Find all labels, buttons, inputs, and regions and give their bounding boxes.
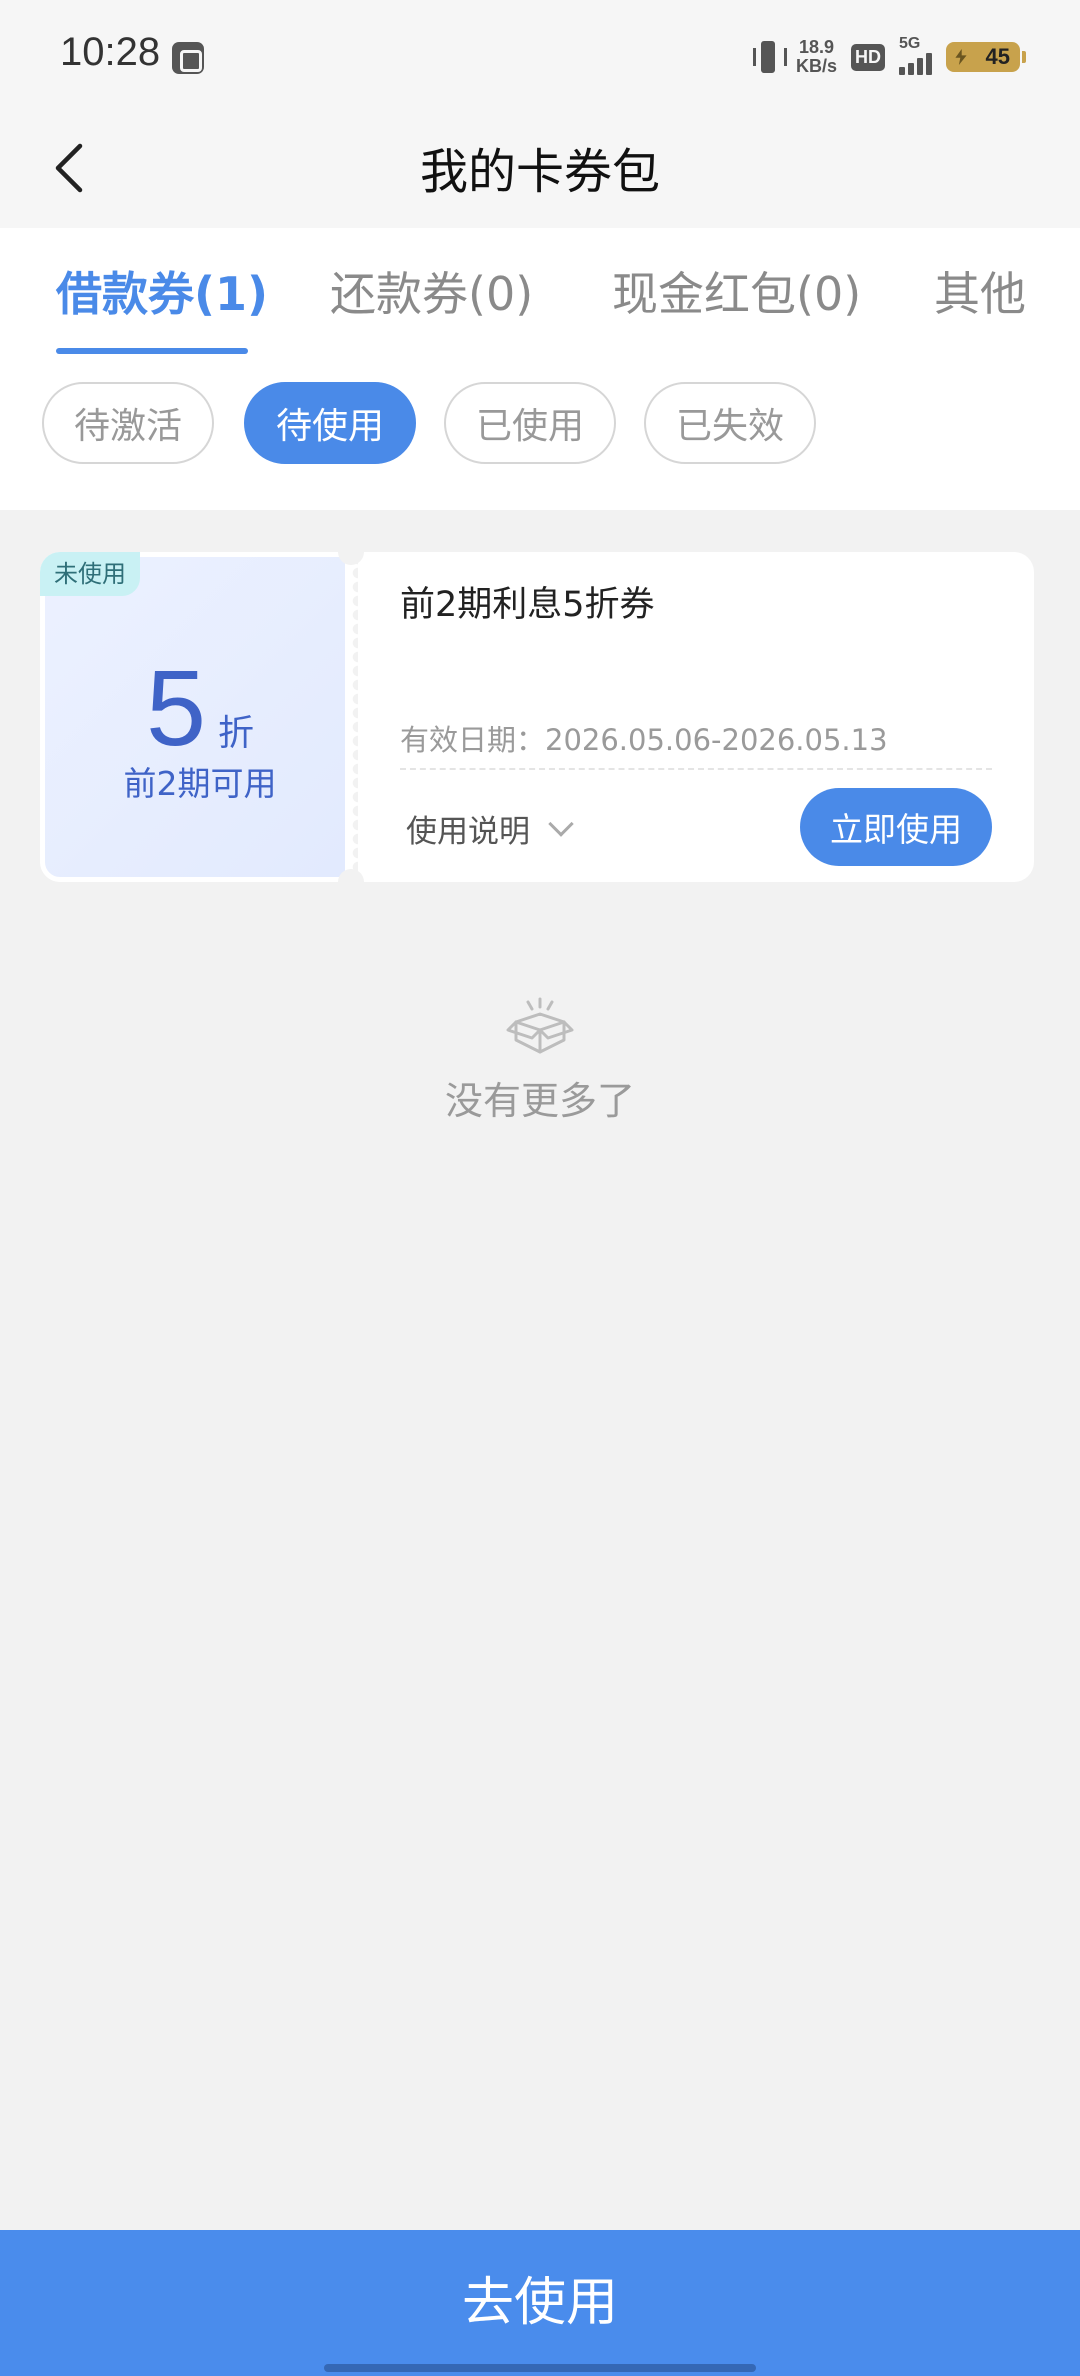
- network-speed: 18.9 KB/s: [796, 38, 837, 76]
- status-bar: 10:28 18.9 KB/s HD 5G 45: [0, 0, 1080, 110]
- signal-bar: [917, 58, 923, 75]
- go-use-button[interactable]: 去使用: [0, 2230, 1080, 2376]
- coupon-validity: 有效日期：2026.05.06-2026.05.13: [400, 723, 888, 757]
- tab-cash-red-packets[interactable]: 现金红包(0): [612, 258, 861, 324]
- perforation-divider: [348, 552, 358, 882]
- usage-instructions-toggle[interactable]: 使用说明: [406, 806, 574, 851]
- network-speed-unit: KB/s: [795, 56, 837, 76]
- active-tab-indicator: [56, 348, 248, 354]
- signal-icon: 5G: [899, 35, 932, 75]
- filter-pending-use[interactable]: 待使用: [244, 382, 416, 464]
- status-time: 10:28: [60, 30, 161, 74]
- coupon-discount-unit: 折: [218, 713, 255, 754]
- coupon-condition: 前2期可用: [123, 764, 277, 803]
- tabs-area: 借款券(1) 还款券(0) 现金红包(0) 其他 待激活 待使用 已使用 已失效: [0, 228, 1080, 510]
- usage-instructions-label: 使用说明: [406, 814, 530, 850]
- coupon-title: 前2期利息5折券: [400, 585, 655, 625]
- use-now-button[interactable]: 立即使用: [800, 788, 992, 866]
- tab-other[interactable]: 其他: [934, 258, 1026, 324]
- empty-state-text: 没有更多了: [444, 1079, 635, 1123]
- coupon-value-panel: 5折 前2期可用: [40, 552, 350, 882]
- notification-app-icon: [172, 42, 204, 74]
- coupon-card[interactable]: 5折 前2期可用 未使用 前2期利息5折券 有效日期：2026.05.06-20…: [40, 552, 1034, 882]
- hd-badge: HD: [851, 43, 885, 71]
- charging-bolt-icon: [955, 49, 967, 65]
- vibrate-icon: [752, 39, 787, 75]
- battery-level: 45: [985, 44, 1010, 69]
- filter-used[interactable]: 已使用: [444, 382, 616, 464]
- network-speed-value: 18.9: [798, 37, 835, 57]
- ticket-notch-bottom: [338, 869, 364, 882]
- coupon-discount: 5折: [45, 645, 355, 770]
- filter-pending-activation[interactable]: 待激活: [42, 382, 214, 464]
- empty-box-icon: [506, 997, 574, 1054]
- coupon-discount-value: 5: [145, 647, 207, 768]
- home-indicator[interactable]: [324, 2364, 756, 2372]
- signal-bar: [899, 67, 905, 75]
- tab-loan-coupons[interactable]: 借款券(1): [56, 258, 268, 324]
- filter-expired[interactable]: 已失效: [644, 382, 816, 464]
- chevron-down-icon: [548, 810, 574, 837]
- status-indicators: 18.9 KB/s HD 5G 45: [752, 34, 1026, 80]
- signal-bar: [908, 63, 914, 75]
- tab-repayment-coupons[interactable]: 还款券(0): [330, 258, 533, 324]
- navigation-bar: 我的卡券包: [0, 110, 1080, 228]
- network-type: 5G: [899, 35, 921, 52]
- divider: [400, 768, 992, 770]
- page-title: 我的卡券包: [419, 144, 660, 200]
- battery-icon: 45: [946, 42, 1026, 72]
- status-badge: 未使用: [40, 552, 140, 596]
- signal-bar: [926, 53, 932, 75]
